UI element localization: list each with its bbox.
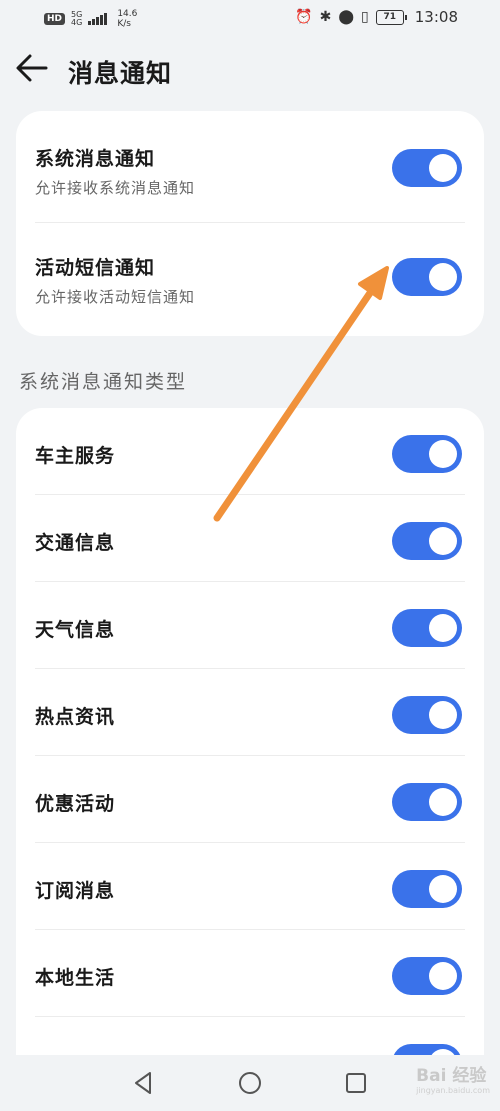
toggle-knob: [429, 701, 457, 729]
signal-bars-icon: [88, 13, 108, 25]
notification-settings-card: 系统消息通知 允许接收系统消息通知 活动短信通知 允许接收活动短信通知: [16, 111, 484, 336]
location-icon: ⬤: [338, 9, 355, 25]
network-speed: 14.6 K/s: [117, 9, 137, 29]
hd-badge: HD: [44, 13, 66, 25]
toggle-knob: [429, 263, 457, 291]
list-item-system-notification: 系统消息通知 允许接收系统消息通知: [16, 111, 484, 223]
local-life-toggle[interactable]: [392, 957, 462, 995]
vibrate-icon: ▯: [361, 9, 369, 25]
list-item-local-life: 本地生活: [16, 930, 484, 1017]
hot-news-toggle[interactable]: [392, 696, 462, 734]
list-item-weather-info: 天气信息: [16, 582, 484, 669]
network-type-bottom: 4G: [71, 18, 83, 27]
subscriptions-toggle[interactable]: [392, 870, 462, 908]
home-circle-icon: [239, 1072, 261, 1094]
setting-title: 天气信息: [35, 619, 116, 641]
setting-title: 活动短信通知: [35, 257, 156, 279]
toggle-knob: [429, 962, 457, 990]
list-item-activity-sms: 活动短信通知 允许接收活动短信通知: [16, 223, 484, 336]
list-item-subscriptions: 订阅消息: [16, 843, 484, 930]
activity-sms-toggle[interactable]: [392, 258, 462, 296]
status-left: HD 5G 4G 14.6 K/s: [44, 9, 137, 29]
back-button[interactable]: [14, 52, 50, 84]
nav-recents-button[interactable]: [342, 1069, 370, 1097]
setting-subtitle: 允许接收系统消息通知: [35, 179, 196, 197]
watermark-sub: jingyan.baidu.com: [416, 1086, 490, 1095]
promotions-toggle[interactable]: [392, 783, 462, 821]
status-right: ⏰ ✱ ⬤ ▯ 71 13:08: [295, 8, 458, 26]
recents-square-icon: [346, 1073, 366, 1093]
back-triangle-icon: [135, 1072, 151, 1094]
toggle-knob: [429, 788, 457, 816]
nav-home-button[interactable]: [236, 1069, 264, 1097]
setting-title: 系统消息通知: [35, 148, 156, 170]
setting-title: 交通信息: [35, 532, 116, 554]
system-notification-toggle[interactable]: [392, 149, 462, 187]
weather-info-toggle[interactable]: [392, 609, 462, 647]
clock: 13:08: [414, 8, 458, 26]
owner-service-toggle[interactable]: [392, 435, 462, 473]
battery-icon: 71: [375, 9, 407, 25]
app-header: 消息通知: [0, 40, 500, 96]
alarm-icon: ⏰: [295, 9, 313, 25]
traffic-info-toggle[interactable]: [392, 522, 462, 560]
toggle-knob: [429, 614, 457, 642]
section-label: 系统消息通知类型: [19, 371, 188, 393]
toggle-knob: [429, 440, 457, 468]
battery-level: 71: [383, 11, 397, 22]
system-nav-bar: Bai 经验 jingyan.baidu.com: [0, 1055, 500, 1111]
list-item-hot-news: 热点资讯: [16, 669, 484, 756]
setting-title: 订阅消息: [35, 880, 116, 902]
watermark: Bai 经验 jingyan.baidu.com: [416, 1061, 490, 1095]
list-item-traffic-info: 交通信息: [16, 495, 484, 582]
toggle-knob: [429, 527, 457, 555]
setting-title: 优惠活动: [35, 793, 116, 815]
bluetooth-icon: ✱: [319, 9, 332, 25]
toggle-knob: [429, 154, 457, 182]
list-item-promotions: 优惠活动: [16, 756, 484, 843]
network-type: 5G 4G: [71, 11, 82, 27]
watermark-text: Bai 经验: [416, 1066, 487, 1086]
nav-back-button[interactable]: [130, 1069, 158, 1097]
network-speed-unit: K/s: [117, 19, 131, 29]
setting-title: 车主服务: [35, 445, 116, 467]
setting-subtitle: 允许接收活动短信通知: [35, 288, 196, 306]
status-bar: HD 5G 4G 14.6 K/s ⏰ ✱ ⬤ ▯ 71 13:08: [0, 0, 500, 36]
notification-types-card: 车主服务 交通信息 天气信息 热点资讯 优惠活动 订阅消息 本地生活: [16, 408, 484, 1108]
setting-title: 本地生活: [35, 967, 116, 989]
toggle-knob: [429, 875, 457, 903]
list-item-owner-service: 车主服务: [16, 408, 484, 495]
network-speed-value: 14.6: [117, 9, 138, 19]
page-title: 消息通知: [68, 59, 173, 88]
arrow-left-icon: [16, 54, 48, 82]
setting-title: 热点资讯: [35, 706, 116, 728]
